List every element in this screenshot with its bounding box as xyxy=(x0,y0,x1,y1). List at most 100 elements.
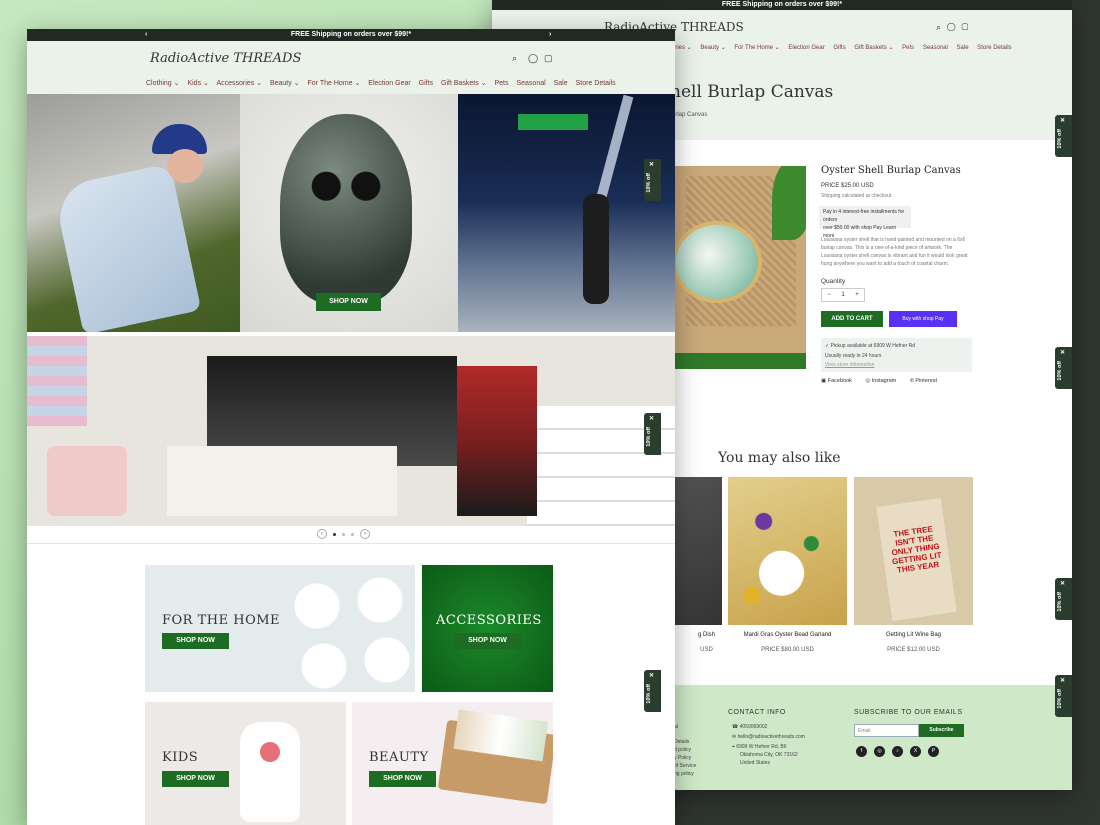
hero-shop-now-button[interactable]: SHOP NOW xyxy=(316,293,381,311)
nav-item[interactable]: For The Home ⌄ xyxy=(308,80,361,87)
email-field[interactable]: Email xyxy=(854,724,919,737)
related-card[interactable]: THE TREE ISN'T THE ONLY THING GETTING LI… xyxy=(854,477,973,625)
nav-item[interactable]: Election Gear xyxy=(368,80,410,87)
header-icons: ⌕◯▢ xyxy=(936,22,974,33)
product-image[interactable] xyxy=(672,166,806,369)
account-icon[interactable]: ◯ xyxy=(528,53,538,63)
pinterest-share[interactable]: ℗ Pinterest xyxy=(910,378,943,384)
plus-button[interactable]: + xyxy=(855,292,859,298)
tile-shop-now-button[interactable]: SHOP NOW xyxy=(454,633,521,649)
related-name[interactable]: Mardi Gras Oyster Bead Garland xyxy=(728,632,847,638)
discount-tab[interactable]: ✕ 10% off xyxy=(644,159,661,201)
slide-dot[interactable] xyxy=(333,532,336,536)
footer-link[interactable]: y Policy xyxy=(674,754,696,762)
nav-item[interactable]: Clothing ⌄ xyxy=(146,80,180,87)
search-icon[interactable]: ⌕ xyxy=(936,22,947,32)
next-slide-icon[interactable]: › xyxy=(360,529,370,539)
subscribe-button[interactable]: Subscribe xyxy=(919,724,964,737)
tile-beauty[interactable]: BEAUTY SHOP NOW xyxy=(352,702,553,825)
nav-item[interactable]: Beauty ⌄ xyxy=(270,80,300,87)
nav-item[interactable]: Pets xyxy=(495,80,509,87)
x-icon[interactable]: X xyxy=(910,746,921,757)
prev-slide-icon[interactable]: ‹ xyxy=(317,529,327,539)
tile-for-the-home[interactable]: FOR THE HOME SHOP NOW xyxy=(145,565,415,692)
footer-link[interactable]: ng policy xyxy=(674,770,696,778)
footer-link[interactable]: Details xyxy=(674,738,696,746)
prev-arrow-icon[interactable]: ‹ xyxy=(145,29,147,41)
search-icon[interactable]: ⌕ xyxy=(512,53,522,63)
flower-print xyxy=(260,742,280,762)
store-info-link[interactable]: View store information xyxy=(825,361,968,369)
close-icon[interactable]: ✕ xyxy=(649,161,654,168)
instagram-share[interactable]: ◎ Instagram xyxy=(865,378,902,384)
phone[interactable]: ☎ 4050069002 xyxy=(732,723,805,731)
footer-link[interactable]: al xyxy=(674,723,696,731)
shoppay-installments: Pay in 4 interest-free installments for … xyxy=(819,206,911,239)
tile-shop-now-button[interactable]: SHOP NOW xyxy=(162,633,229,649)
tile-shop-now-button[interactable]: SHOP NOW xyxy=(162,771,229,787)
logo[interactable]: RadioActive THREADS xyxy=(150,51,301,66)
close-icon[interactable]: ✕ xyxy=(1060,117,1065,124)
close-icon[interactable]: ✕ xyxy=(1060,580,1065,587)
next-arrow-icon[interactable]: › xyxy=(549,29,551,41)
nav-item[interactable]: For The Home ⌄ xyxy=(734,45,779,51)
close-icon[interactable]: ✕ xyxy=(1060,677,1065,684)
discount-tab[interactable]: ✕ 10% off xyxy=(1055,115,1072,157)
account-icon[interactable]: ◯ xyxy=(947,22,961,32)
discount-tab[interactable]: ✕ 10% off xyxy=(1055,347,1072,389)
quantity-stepper[interactable]: − 1 + xyxy=(821,288,865,302)
nav-item[interactable]: Kids ⌄ xyxy=(187,80,208,87)
slide-dot[interactable] xyxy=(342,532,345,536)
nav-item[interactable]: Sale xyxy=(554,80,568,87)
tile-label: FOR THE HOME xyxy=(162,613,281,628)
tile-label: ACCESSORIES xyxy=(436,613,542,628)
nav-item[interactable]: Seasonal xyxy=(516,80,545,87)
store-interior-image[interactable] xyxy=(27,336,675,526)
related-card[interactable] xyxy=(728,477,847,625)
buy-with-shoppay-button[interactable]: Buy with shop Pay xyxy=(889,311,957,327)
nav-item[interactable]: Election Gear xyxy=(788,45,824,51)
nav-item[interactable]: Gifts xyxy=(419,80,433,87)
nav-item[interactable]: Gifts xyxy=(833,45,845,51)
nav-item[interactable]: Beauty ⌄ xyxy=(700,45,725,51)
tile-kids[interactable]: KIDS SHOP NOW xyxy=(145,702,346,825)
close-icon[interactable]: ✕ xyxy=(1060,349,1065,356)
nav-item[interactable]: Gift Baskets ⌄ xyxy=(854,45,893,51)
nav-item[interactable]: Store Details xyxy=(576,80,616,87)
tiktok-icon[interactable]: ♪ xyxy=(892,746,903,757)
close-icon[interactable]: ✕ xyxy=(649,415,654,422)
page-title: hell Burlap Canvas xyxy=(670,82,834,102)
related-card[interactable] xyxy=(672,477,722,625)
instagram-icon[interactable]: ◎ xyxy=(874,746,885,757)
discount-tab[interactable]: ✕ 10% off xyxy=(1055,578,1072,620)
pinterest-icon[interactable]: P xyxy=(928,746,939,757)
footer-link[interactable]: d policy xyxy=(674,746,696,754)
discount-tab[interactable]: ✕ 10% off xyxy=(644,670,661,712)
nav-item[interactable]: Pets xyxy=(902,45,914,51)
email[interactable]: ✉ hello@radioactivethreads.com xyxy=(732,733,805,741)
nav-item[interactable]: Gift Baskets ⌄ xyxy=(441,80,487,87)
breadcrumb[interactable]: urlap Canvas xyxy=(672,112,707,118)
discount-tab[interactable]: ✕ 10% off xyxy=(644,413,661,455)
nav-item[interactable]: Seasonal xyxy=(923,45,948,51)
gift-basket-image xyxy=(437,709,553,805)
nav-item[interactable]: Accessories ⌄ xyxy=(216,80,262,87)
tile-accessories[interactable]: ACCESSORIES SHOP NOW xyxy=(422,565,553,692)
facebook-icon[interactable]: f xyxy=(856,746,867,757)
quantity-value[interactable]: 1 xyxy=(841,292,844,298)
footer-link[interactable]: of Service xyxy=(674,762,696,770)
discount-tab[interactable]: ✕ 10% off xyxy=(1055,675,1072,717)
close-icon[interactable]: ✕ xyxy=(649,672,654,679)
minus-button[interactable]: − xyxy=(827,292,831,298)
slide-dot[interactable] xyxy=(351,532,354,536)
add-to-cart-button[interactable]: ADD TO CART xyxy=(821,311,883,327)
nav-item[interactable]: Sale xyxy=(957,45,969,51)
nav-item[interactable]: Store Details xyxy=(977,45,1011,51)
tile-label: KIDS xyxy=(162,750,199,765)
tile-shop-now-button[interactable]: SHOP NOW xyxy=(369,771,436,787)
onesie-image xyxy=(240,722,300,822)
cart-icon[interactable]: ▢ xyxy=(544,53,554,63)
facebook-share[interactable]: ▣ Facebook xyxy=(821,378,858,384)
related-name[interactable]: Getting Lit Wine Bag xyxy=(854,632,973,638)
cart-icon[interactable]: ▢ xyxy=(961,22,974,32)
